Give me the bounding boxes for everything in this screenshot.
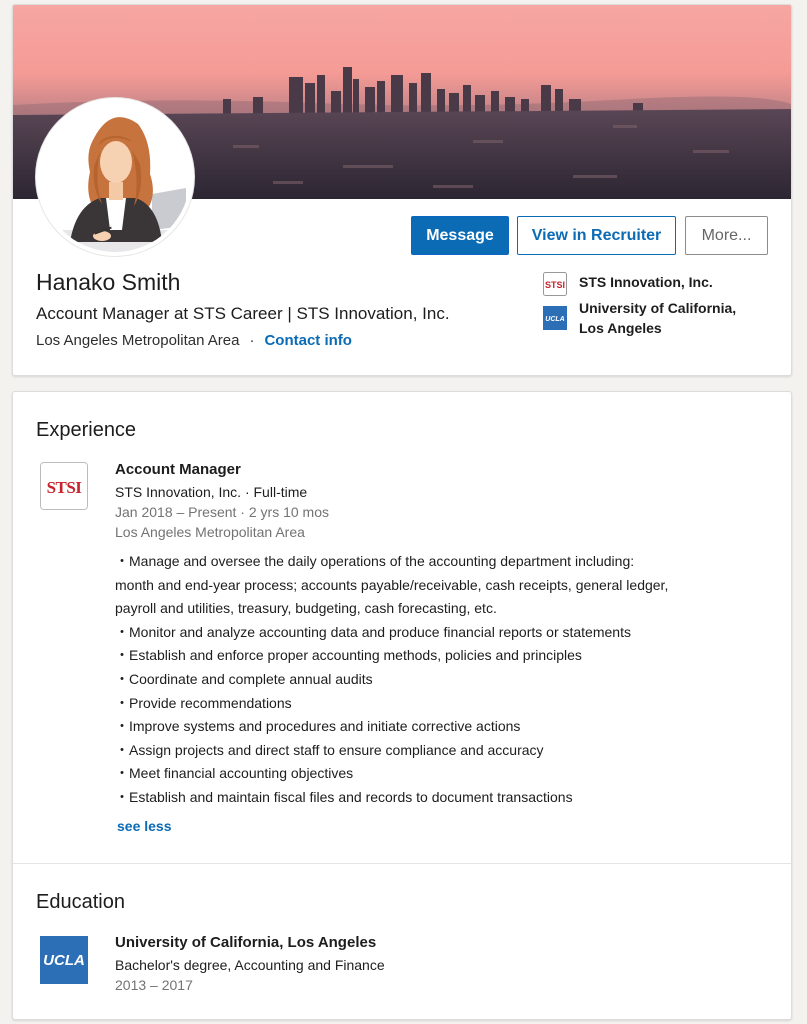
experience-heading: Experience <box>36 419 137 441</box>
section-divider <box>13 863 791 864</box>
experience-description: ・Manage and oversee the daily operations… <box>115 550 755 810</box>
description-line: ・Monitor and analyze accounting data and… <box>115 623 631 640</box>
profile-top-card: Message View in Recruiter More... Hanako… <box>12 4 792 376</box>
description-line: ・Improve systems and procedures and init… <box>115 718 521 735</box>
stsi-company-logo[interactable]: STSI <box>40 462 88 510</box>
ucla-logo-icon: UCLA <box>543 306 567 330</box>
affiliation-school-name: University of California, Los Angeles <box>579 300 737 336</box>
ucla-logo-icon: UCLA <box>40 936 88 984</box>
experience-education-card: Experience STSI Account Manager STS Inno… <box>12 391 792 1020</box>
description-line: month and end-year process; accounts pay… <box>115 576 669 593</box>
description-line: ・Coordinate and complete annual audits <box>115 670 373 687</box>
description-line: ・Establish and enforce proper accounting… <box>115 647 582 664</box>
education-degree: Bachelor's degree, Accounting and Financ… <box>115 957 385 973</box>
education-heading: Education <box>36 891 125 913</box>
see-less-link[interactable]: see less <box>117 818 172 834</box>
ucla-school-logo[interactable]: UCLA <box>40 936 88 984</box>
contact-info-link[interactable]: Contact info <box>264 332 352 349</box>
profile-location: Los Angeles Metropolitan Area <box>36 332 240 349</box>
profile-location-line: Los Angeles Metropolitan Area · Contact … <box>36 332 352 349</box>
experience-location: Los Angeles Metropolitan Area <box>115 524 305 540</box>
svg-text:UCLA: UCLA <box>545 316 564 323</box>
experience-dates: Jan 2018 – Present · 2 yrs 10 mos <box>115 504 329 520</box>
separator-dot: · <box>249 332 255 349</box>
affiliation-company-name: STS Innovation, Inc. <box>579 274 713 290</box>
education-years: 2013 – 2017 <box>115 977 193 993</box>
description-line: ・Provide recommendations <box>115 694 292 711</box>
description-line: ・Meet financial accounting objectives <box>115 765 354 782</box>
description-line: payroll and utilities, treasury, budgeti… <box>115 600 497 617</box>
message-button[interactable]: Message <box>411 216 509 255</box>
profile-name: Hanako Smith <box>36 269 181 295</box>
profile-avatar[interactable] <box>36 98 194 256</box>
view-in-recruiter-button[interactable]: View in Recruiter <box>517 216 676 255</box>
more-actions-button[interactable]: More... <box>685 216 768 255</box>
svg-text:UCLA: UCLA <box>43 952 85 969</box>
affiliation-company[interactable]: STSI STS Innovation, Inc. <box>543 272 759 296</box>
affiliation-school[interactable]: UCLA University of California, Los Angel… <box>543 298 759 338</box>
svg-text:STSI: STSI <box>47 478 83 497</box>
profile-headline: Account Manager at STS Career | STS Inno… <box>36 304 450 323</box>
experience-company: STS Innovation, Inc. · Full-time <box>115 484 308 500</box>
woman-portrait-illustration <box>40 102 190 252</box>
education-school-name[interactable]: University of California, Los Angeles <box>115 934 376 951</box>
stsi-logo-icon: STSI <box>543 272 567 296</box>
description-line: ・Establish and maintain fiscal files and… <box>115 788 573 805</box>
description-line: ・Manage and oversee the daily operations… <box>115 553 635 569</box>
stsi-logo-icon: STSI <box>41 463 87 509</box>
description-line: ・Assign projects and direct staff to ens… <box>115 741 544 758</box>
svg-text:STSI: STSI <box>545 280 565 290</box>
experience-job-title[interactable]: Account Manager <box>115 461 241 478</box>
